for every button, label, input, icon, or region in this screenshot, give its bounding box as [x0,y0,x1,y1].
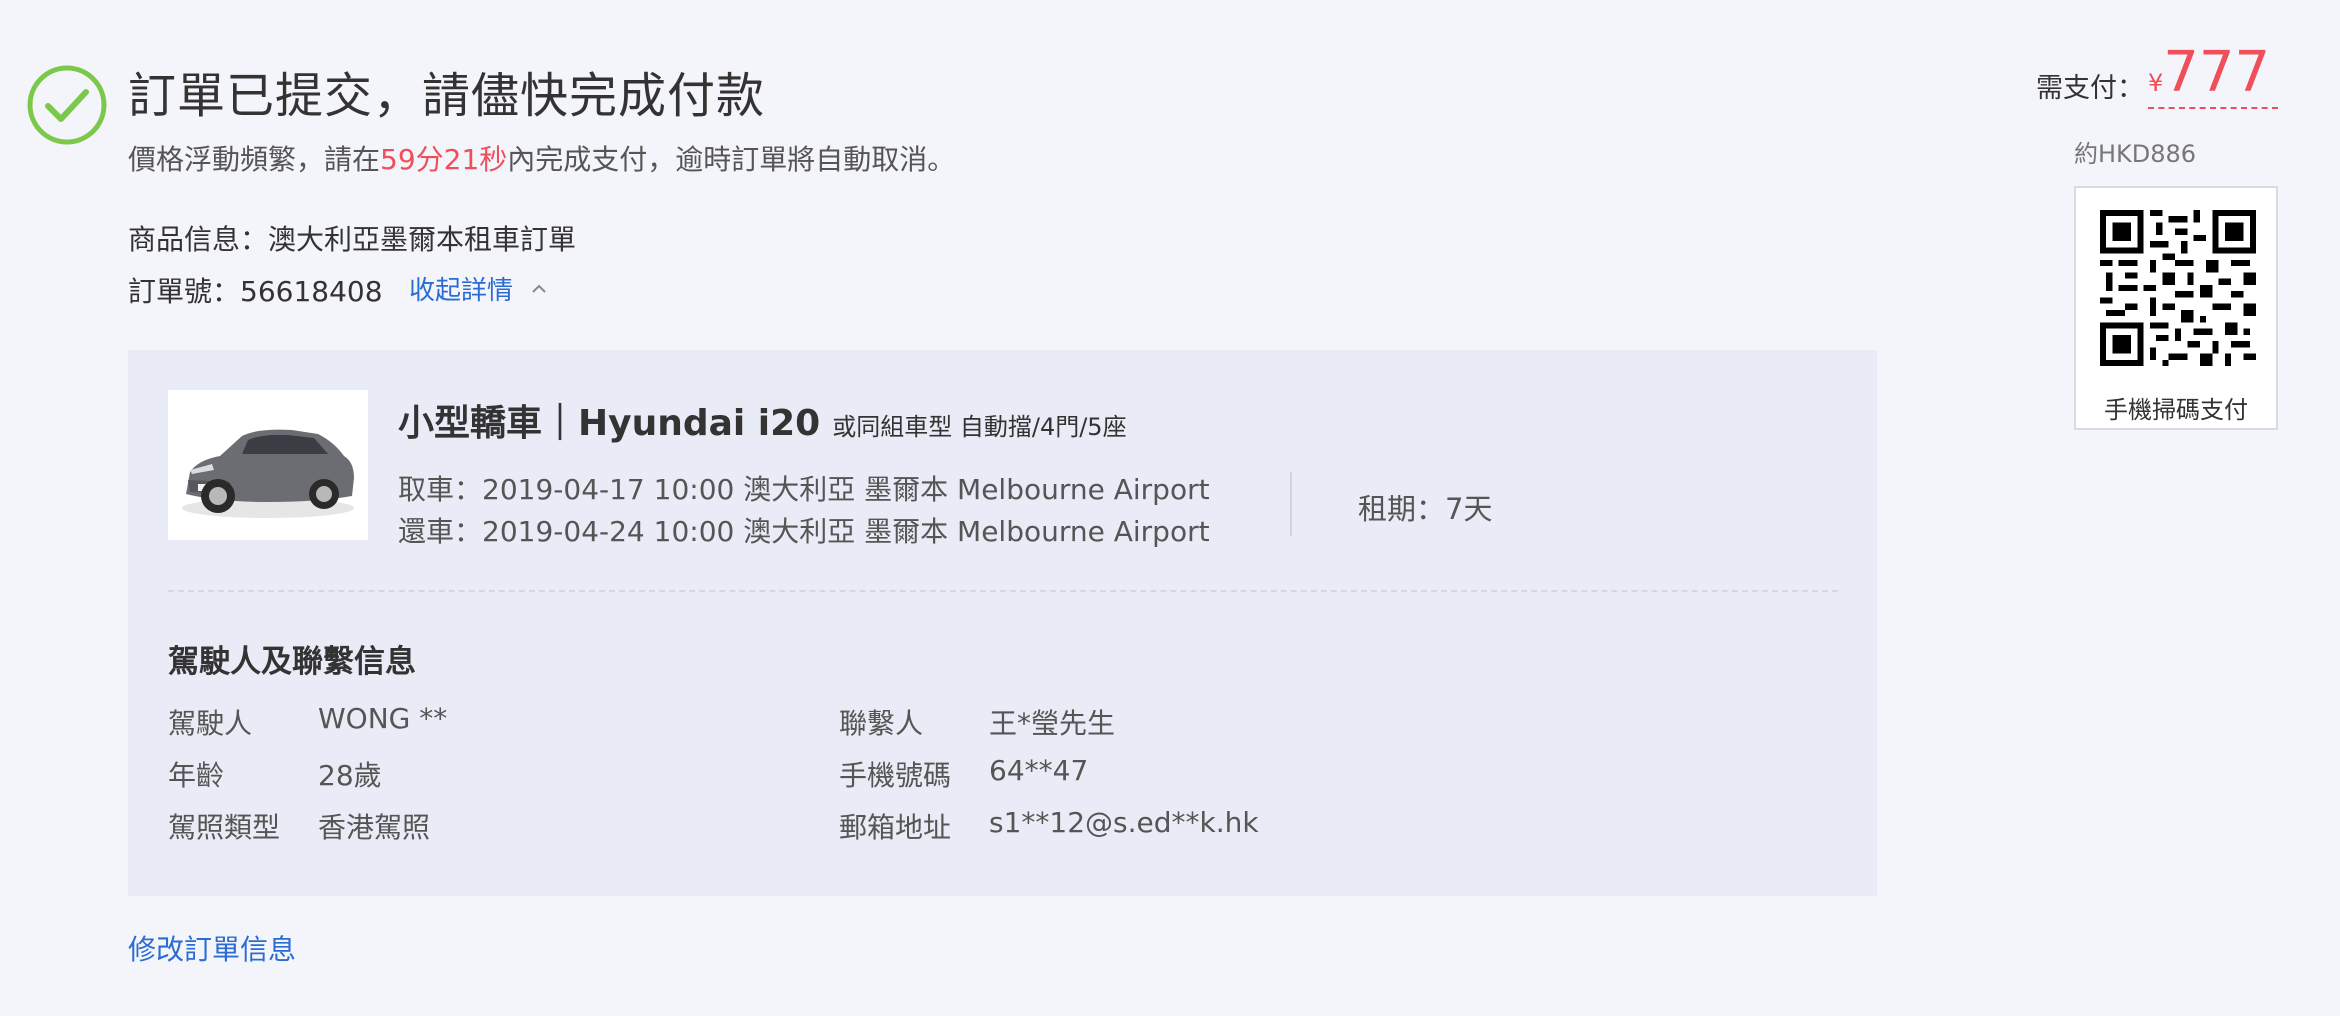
qr-payment-box[interactable]: 手機掃碼支付 [2074,186,2278,430]
page-title: 訂單已提交，請儘快完成付款 [128,68,766,124]
car-name: 小型轎車｜Hyundai i20 [398,403,821,444]
order-number-value: 56618408 [240,275,383,308]
payment-notice: 價格浮動頻繁，請在59分21秒內完成支付，逾時訂單將自動取消。 [128,138,955,178]
dropoff-label: 還車： [398,515,483,548]
contact-name-label: 聯繫人 [839,707,924,740]
amount-hkd: 約HKD886 [2074,140,2197,168]
license-type-label: 駕照類型 [168,811,281,844]
vertical-divider [1290,472,1292,536]
notice-suffix: 內完成支付，逾時訂單將自動取消。 [507,143,956,176]
rental-value: 7天 [1445,492,1493,526]
chevron-up-icon [532,284,546,293]
collapse-details-label: 收起詳情 [409,276,514,306]
qr-code [2100,210,2256,366]
amount-value: 777 [2163,40,2271,105]
email-label: 郵箱地址 [839,811,952,844]
amount-due: ¥777 [2148,40,2278,109]
pickup-label: 取車： [398,473,483,506]
modify-order-link[interactable]: 修改訂單信息 [128,928,296,968]
driver-name-label: 駕駛人 [168,707,253,740]
email-value: s1**12@s.ed**k.hk [989,806,1259,839]
dashed-divider [168,590,1838,592]
driver-age-label: 年齡 [168,759,225,792]
qr-caption: 手機掃碼支付 [2104,396,2248,424]
pickup-value: 2019-04-17 10:00 澳大利亞 墨爾本 Melbourne Airp… [482,473,1210,506]
notice-prefix: 價格浮動頻繁，請在 [128,143,381,176]
countdown-timer: 59分21秒 [380,143,508,176]
order-number: 訂單號：56618408 [128,270,383,310]
pickup-info: 取車：2019-04-17 10:00 澳大利亞 墨爾本 Melbourne A… [398,468,1210,508]
phone-value: 64**47 [989,754,1089,787]
driver-name-value: WONG ** [318,702,448,735]
driver-age-value: 28歲 [318,759,382,792]
order-detail-panel: 小型轎車｜Hyundai i20 或同組車型 自動擋/4門/5座 取車：2019-… [128,350,1877,896]
product-info: 商品信息：澳大利亞墨爾本租車訂單 [128,218,576,258]
contact-name-value: 王*瑩先生 [989,707,1116,740]
dropoff-value: 2019-04-24 10:00 澳大利亞 墨爾本 Melbourne Airp… [482,515,1210,548]
success-check-icon [27,65,107,145]
order-number-label: 訂單號： [128,275,241,308]
car-title: 小型轎車｜Hyundai i20 或同組車型 自動擋/4門/5座 [398,394,1127,446]
currency-symbol: ¥ [2148,69,2164,97]
rental-label: 租期： [1358,492,1446,526]
product-info-value: 澳大利亞墨爾本租車訂單 [268,223,577,256]
phone-label: 手機號碼 [839,759,952,792]
license-type-value: 香港駕照 [318,811,431,844]
collapse-details-link[interactable]: 收起詳情 [409,270,547,307]
dropoff-info: 還車：2019-04-24 10:00 澳大利亞 墨爾本 Melbourne A… [398,510,1210,550]
car-image [168,390,368,540]
amount-due-label: 需支付： [2036,73,2144,104]
rental-period: 租期：7天 [1358,486,1492,528]
driver-section-title: 駕駛人及聯繫信息 [168,644,416,680]
car-spec: 或同組車型 自動擋/4門/5座 [832,413,1127,441]
product-info-label: 商品信息： [128,223,269,256]
